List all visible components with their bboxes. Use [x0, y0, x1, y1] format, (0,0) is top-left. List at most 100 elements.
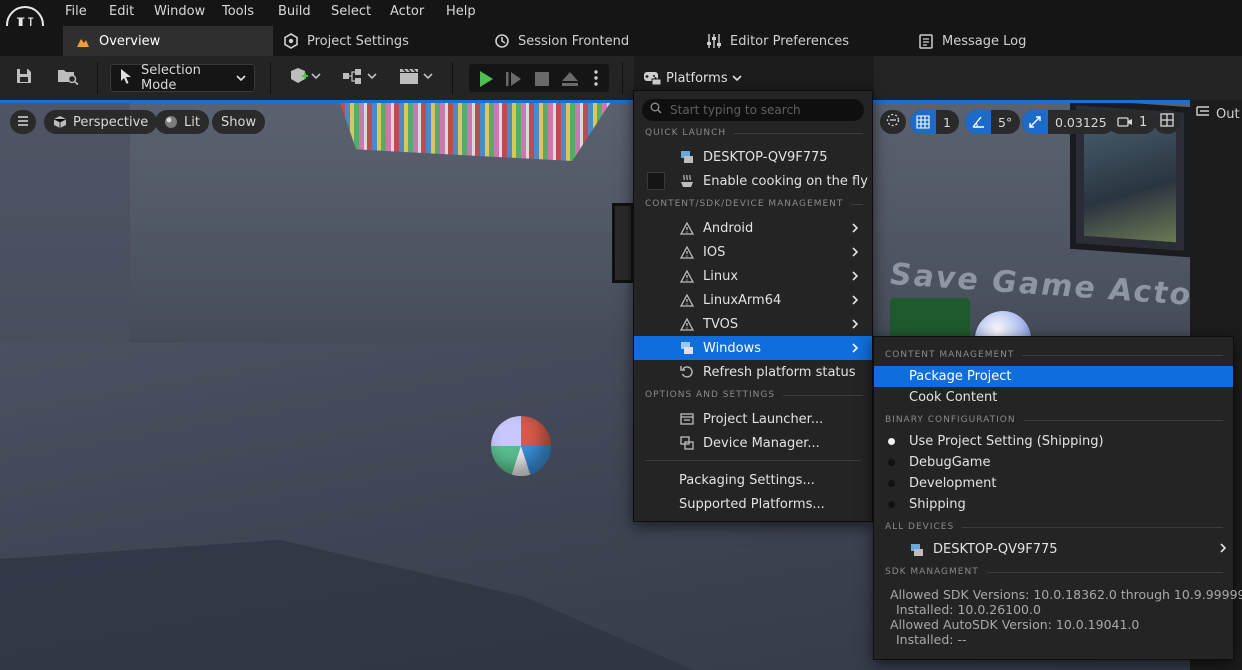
- save-button[interactable]: [12, 64, 36, 92]
- windows-submenu: CONTENT MANAGEMENT Package Project Cook …: [873, 336, 1242, 660]
- scale-snap-value: 0.03125: [1055, 114, 1107, 130]
- step-frame-icon[interactable]: [505, 70, 523, 92]
- show-flags-button[interactable]: Show: [212, 110, 266, 134]
- perspective-label: Perspective: [73, 114, 149, 130]
- quick-launch-header: QUICK LAUNCH: [645, 126, 863, 140]
- gamepad-icon: [642, 67, 662, 89]
- config-debuggame[interactable]: DebugGame: [874, 452, 1233, 473]
- tab-editor-preferences[interactable]: Editor Preferences: [706, 26, 849, 56]
- menu-build[interactable]: Build: [278, 4, 311, 19]
- angle-snap-control[interactable]: 5°: [965, 110, 1021, 134]
- chevron-right-icon: [848, 340, 862, 356]
- binary-configuration-header: BINARY CONFIGURATION: [885, 413, 1223, 427]
- scene-bookshelf: [340, 103, 610, 161]
- layout-icon: [1160, 113, 1174, 131]
- options-settings-header: OPTIONS AND SETTINGS: [645, 388, 863, 402]
- viewport-menu-button[interactable]: [10, 110, 36, 134]
- add-actor-button[interactable]: [285, 64, 325, 92]
- menu-help[interactable]: Help: [446, 4, 476, 19]
- document-tab-bar: Overview Project Settings Session Fronte…: [0, 26, 1242, 56]
- content-management-header: CONTENT MANAGEMENT: [885, 348, 1223, 362]
- toolbar-separator: [270, 62, 271, 94]
- radio-selected: [888, 438, 895, 445]
- angle-snap-value: 5°: [998, 114, 1013, 130]
- sdk-installed: Installed: 10.0.26100.0: [896, 602, 1041, 617]
- radio-unselected: [888, 459, 895, 466]
- menu-bar: U File Edit Window Tools Build Select Ac…: [0, 0, 1242, 47]
- platform-tvos[interactable]: TVOS: [634, 312, 872, 336]
- platform-windows[interactable]: Windows: [634, 336, 872, 360]
- selection-mode-label: Selection Mode: [141, 63, 201, 93]
- menu-file[interactable]: File: [65, 4, 87, 19]
- refresh-platform-status[interactable]: Refresh platform status: [634, 360, 872, 384]
- save-icon: [15, 67, 33, 89]
- warning-icon: [679, 244, 695, 260]
- stop-icon[interactable]: [533, 70, 551, 92]
- hamburger-icon: [17, 115, 29, 130]
- more-options-icon[interactable]: [593, 69, 599, 91]
- cook-content-item[interactable]: Cook Content: [874, 387, 1233, 408]
- enable-cooking-on-the-fly[interactable]: Enable cooking on the fly: [634, 169, 872, 193]
- menu-edit[interactable]: Edit: [109, 4, 134, 19]
- level-icon: [75, 33, 91, 49]
- supported-platforms-item[interactable]: Supported Platforms...: [634, 492, 872, 516]
- cook-on-fly-label: Enable cooking on the fly: [703, 173, 868, 189]
- config-shipping[interactable]: Shipping: [874, 494, 1233, 515]
- session-icon: [494, 33, 510, 49]
- config-use-project-setting[interactable]: Use Project Setting (Shipping): [874, 431, 1233, 452]
- radio-unselected: [888, 480, 895, 487]
- autosdk-allowed-version: Allowed AutoSDK Version: 10.0.19041.0: [890, 617, 1140, 632]
- warning-icon: [679, 316, 695, 332]
- tab-session-frontend[interactable]: Session Frontend: [494, 26, 629, 56]
- scene-object: [890, 298, 970, 338]
- chevron-right-icon: [1220, 542, 1227, 557]
- all-devices-header: ALL DEVICES: [885, 520, 1223, 534]
- quick-launch-device[interactable]: DESKTOP-QV9F775: [634, 145, 872, 169]
- toolbar-separator: [97, 62, 98, 94]
- packaging-settings-item[interactable]: Packaging Settings...: [634, 468, 872, 492]
- eject-icon[interactable]: [561, 70, 579, 92]
- surface-snap-button[interactable]: [880, 110, 906, 134]
- cinematics-button[interactable]: [396, 64, 436, 92]
- platform-linuxarm64[interactable]: LinuxArm64: [634, 288, 872, 312]
- menu-window[interactable]: Window: [154, 4, 205, 19]
- blueprints-button[interactable]: [340, 64, 380, 92]
- chevron-down-icon: [236, 71, 246, 86]
- selection-mode-dropdown[interactable]: Selection Mode: [110, 63, 255, 93]
- device-manager-item[interactable]: Device Manager...: [634, 431, 872, 455]
- warning-icon: [679, 268, 695, 284]
- package-project-item[interactable]: Package Project: [874, 366, 1233, 387]
- menu-select[interactable]: Select: [331, 4, 371, 19]
- grid-snap-control[interactable]: 1: [910, 110, 959, 134]
- platforms-search[interactable]: [642, 99, 864, 121]
- content-management-header: CONTENT/SDK/DEVICE MANAGEMENT: [645, 197, 863, 211]
- platform-ios[interactable]: IOS: [634, 240, 872, 264]
- toolbar-separator: [452, 62, 453, 94]
- viewport-layout-button[interactable]: [1154, 110, 1180, 134]
- camera-icon: [1117, 116, 1133, 128]
- config-development[interactable]: Development: [874, 473, 1233, 494]
- search-input[interactable]: [670, 103, 860, 117]
- camera-speed-button[interactable]: 1: [1108, 110, 1157, 134]
- tab-label: Project Settings: [307, 33, 409, 49]
- add-actor-icon: [288, 67, 322, 89]
- cook-on-fly-checkbox[interactable]: [647, 172, 665, 190]
- outliner-label: Out: [1216, 106, 1240, 122]
- view-mode-button[interactable]: Lit: [155, 110, 209, 134]
- browse-content-button[interactable]: [55, 64, 81, 92]
- device-item[interactable]: DESKTOP-QV9F775: [874, 539, 1233, 560]
- project-launcher-item[interactable]: Project Launcher...: [634, 407, 872, 431]
- platform-linux[interactable]: Linux: [634, 264, 872, 288]
- tab-overview[interactable]: Overview: [63, 26, 273, 56]
- scale-snap-control[interactable]: 0.03125: [1022, 110, 1115, 134]
- perspective-button[interactable]: Perspective: [44, 110, 158, 134]
- settings-cube-icon: [283, 33, 299, 49]
- play-icon[interactable]: [477, 70, 495, 92]
- menu-tools[interactable]: Tools: [222, 4, 254, 19]
- tab-project-settings[interactable]: Project Settings: [283, 26, 409, 56]
- platform-android[interactable]: Android: [634, 216, 872, 240]
- outliner-tab[interactable]: Out: [1196, 103, 1240, 125]
- outliner-icon: [1196, 105, 1210, 123]
- tab-message-log[interactable]: Message Log: [918, 26, 1026, 56]
- menu-actor[interactable]: Actor: [390, 4, 424, 19]
